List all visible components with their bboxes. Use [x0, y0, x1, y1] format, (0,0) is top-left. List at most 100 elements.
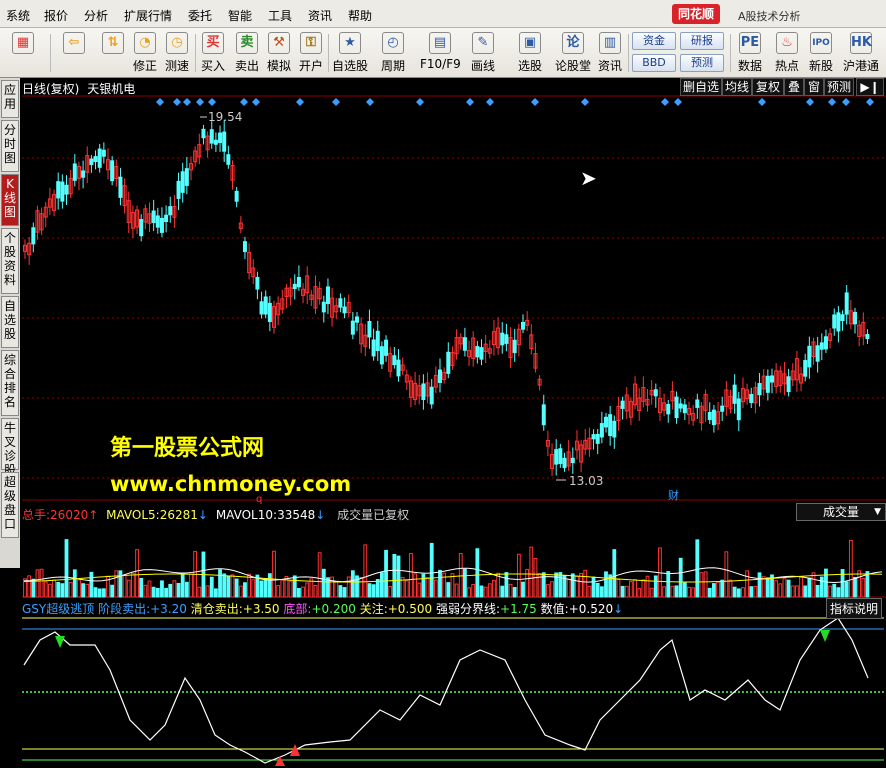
volume-bar: [840, 569, 845, 598]
signal-diamond: [806, 98, 814, 106]
volume-bar: [384, 549, 388, 598]
volume-bar: [508, 583, 513, 598]
expand-arrow-icon[interactable]: ▶❙: [856, 78, 884, 96]
indicator-dropdown[interactable]: 成交量 ▼: [796, 503, 886, 521]
volume-bar: [487, 583, 492, 598]
chart-btn-3[interactable]: 叠: [784, 78, 804, 96]
chart-canvas: [22, 95, 886, 766]
volume-bar: [317, 552, 322, 598]
volume-bar: [712, 583, 716, 598]
volume-bar: [587, 585, 592, 598]
chart-btn-4[interactable]: 窗: [804, 78, 824, 96]
volume-bar: [60, 583, 65, 598]
candle-body: [367, 320, 372, 338]
chart-btn-1[interactable]: 均线: [722, 78, 752, 96]
indicator-name: GSY超级逃顶: [22, 602, 95, 616]
signal-diamond: [416, 98, 424, 106]
candle-body: [823, 336, 828, 350]
candle-body: [325, 286, 330, 305]
watermark-url: www.chnmoney.com: [110, 472, 352, 496]
candle-body: [840, 314, 845, 322]
volume-bar: [728, 579, 733, 598]
volume-bar: [616, 579, 621, 598]
volume-bar: [699, 572, 704, 598]
ind-p3-value: +0.200: [311, 602, 356, 616]
ind-p2-label: 清仓卖出:: [190, 602, 243, 616]
volume-bar: [68, 582, 73, 598]
candle-body: [612, 420, 617, 438]
candle-body: [653, 389, 658, 397]
candle-body: [97, 148, 102, 168]
volume-bar: [790, 585, 795, 598]
volume-bar: [371, 584, 376, 598]
volume-bar: [417, 582, 422, 598]
volume-bar: [475, 548, 480, 598]
volume-bar: [409, 552, 413, 598]
candle-body: [93, 156, 98, 162]
volume-bar: [861, 577, 866, 598]
volume-bar: [446, 582, 451, 598]
candle-body: [554, 449, 559, 465]
candle-body: [31, 227, 36, 245]
volume-bar: [433, 579, 438, 598]
volume-bar: [114, 570, 119, 598]
finance-marker[interactable]: 财: [668, 487, 679, 503]
volume-bar: [52, 579, 56, 598]
candle-body: [151, 210, 156, 224]
volume-bar: [77, 579, 81, 598]
volume-bar: [334, 580, 339, 598]
signal-diamond: [842, 98, 850, 106]
candle-body: [720, 405, 725, 412]
signal-diamond: [758, 98, 766, 106]
volume-bar: [604, 571, 608, 598]
candle-body: [674, 396, 679, 419]
volume-bar: [516, 553, 521, 598]
volume-bar: [620, 585, 625, 598]
volume-bar: [43, 581, 48, 598]
volume-bar: [27, 575, 32, 598]
chart-btn-0[interactable]: 删自选: [680, 78, 722, 96]
volume-bar: [305, 582, 310, 598]
ind-p4-label: 关注:: [359, 602, 388, 616]
volume-bar: [579, 572, 584, 598]
volume-bar: [687, 586, 691, 598]
signal-diamond: [466, 98, 474, 106]
volume-bar: [189, 573, 193, 598]
volume-bar: [313, 584, 318, 598]
candle-body: [757, 383, 762, 396]
volume-bar: [546, 584, 550, 598]
candle-body: [139, 219, 144, 237]
buy-arrow-icon: [290, 744, 300, 756]
candle-body: [168, 206, 173, 216]
candle-body: [176, 180, 181, 199]
volume-bar: [454, 583, 459, 598]
volume-bar: [471, 584, 476, 598]
volume-bar: [512, 587, 517, 598]
volume-bar: [695, 539, 700, 598]
candle-body: [118, 176, 123, 198]
ind-p5-value: +1.75: [500, 602, 537, 616]
candle-body: [184, 168, 189, 186]
volume-bar: [458, 553, 463, 598]
volume-bar: [214, 588, 218, 598]
candle-body: [155, 215, 160, 228]
indicator-help-button[interactable]: 指标说明: [826, 598, 883, 619]
volume-bar: [811, 572, 816, 598]
ind-p4-value: +0.500: [387, 602, 433, 616]
ind-p2-value: +3.50: [242, 602, 280, 616]
volume-bar: [380, 572, 384, 598]
candle-body: [695, 399, 700, 408]
chart-btn-5[interactable]: 预测: [824, 78, 854, 96]
candle-body: [438, 369, 442, 383]
volume-bar: [824, 568, 828, 598]
volume-bar: [164, 587, 168, 598]
volume-bar: [467, 587, 471, 598]
indicator-value-line: [23, 617, 869, 764]
candle-body: [164, 214, 169, 223]
volume-bar: [570, 573, 575, 598]
sell-arrow-icon: [55, 636, 65, 648]
candle-body: [226, 154, 231, 165]
volume-bar: [184, 581, 189, 598]
chart-btn-2[interactable]: 复权: [752, 78, 784, 96]
volume-bar: [122, 574, 127, 598]
